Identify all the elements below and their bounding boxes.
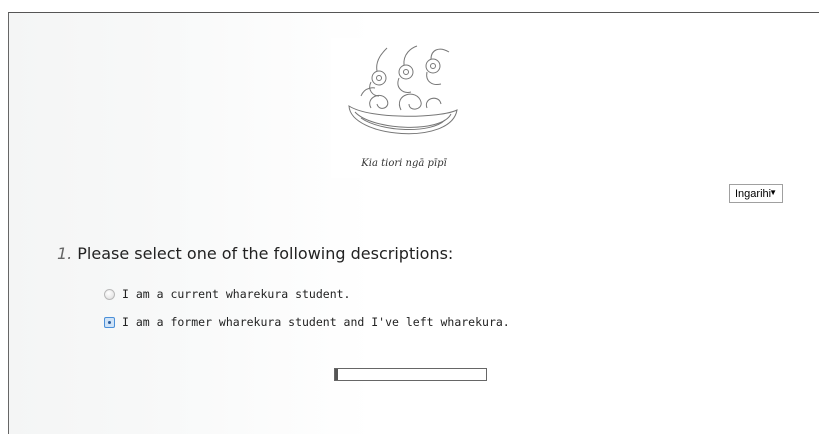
option-label: I am a former wharekura student and I've… — [122, 315, 510, 329]
logo: Kia tiori ngā pīpī — [331, 38, 477, 178]
language-select[interactable]: Ingarihi ▼ — [729, 184, 783, 203]
question-text: Please select one of the following descr… — [77, 244, 454, 263]
radio-former-student[interactable] — [104, 316, 115, 328]
option-label: I am a current wharekura student. — [122, 287, 351, 301]
dropdown-arrow-icon: ▼ — [769, 188, 777, 197]
progress-fill — [335, 369, 339, 380]
question-heading: 1. Please select one of the following des… — [57, 244, 453, 263]
option-former-student[interactable]: I am a former wharekura student and I've… — [104, 315, 510, 329]
top-strip — [0, 0, 819, 12]
option-current-student[interactable]: I am a current wharekura student. — [104, 287, 350, 301]
bird-nest-illustration — [348, 45, 458, 135]
logo-caption: Kia tiori ngā pīpī — [361, 158, 447, 169]
progress-bar — [334, 368, 487, 381]
language-select-value: Ingarihi — [735, 187, 772, 200]
question-number: 1. — [57, 244, 73, 263]
radio-current-student[interactable] — [104, 288, 115, 300]
